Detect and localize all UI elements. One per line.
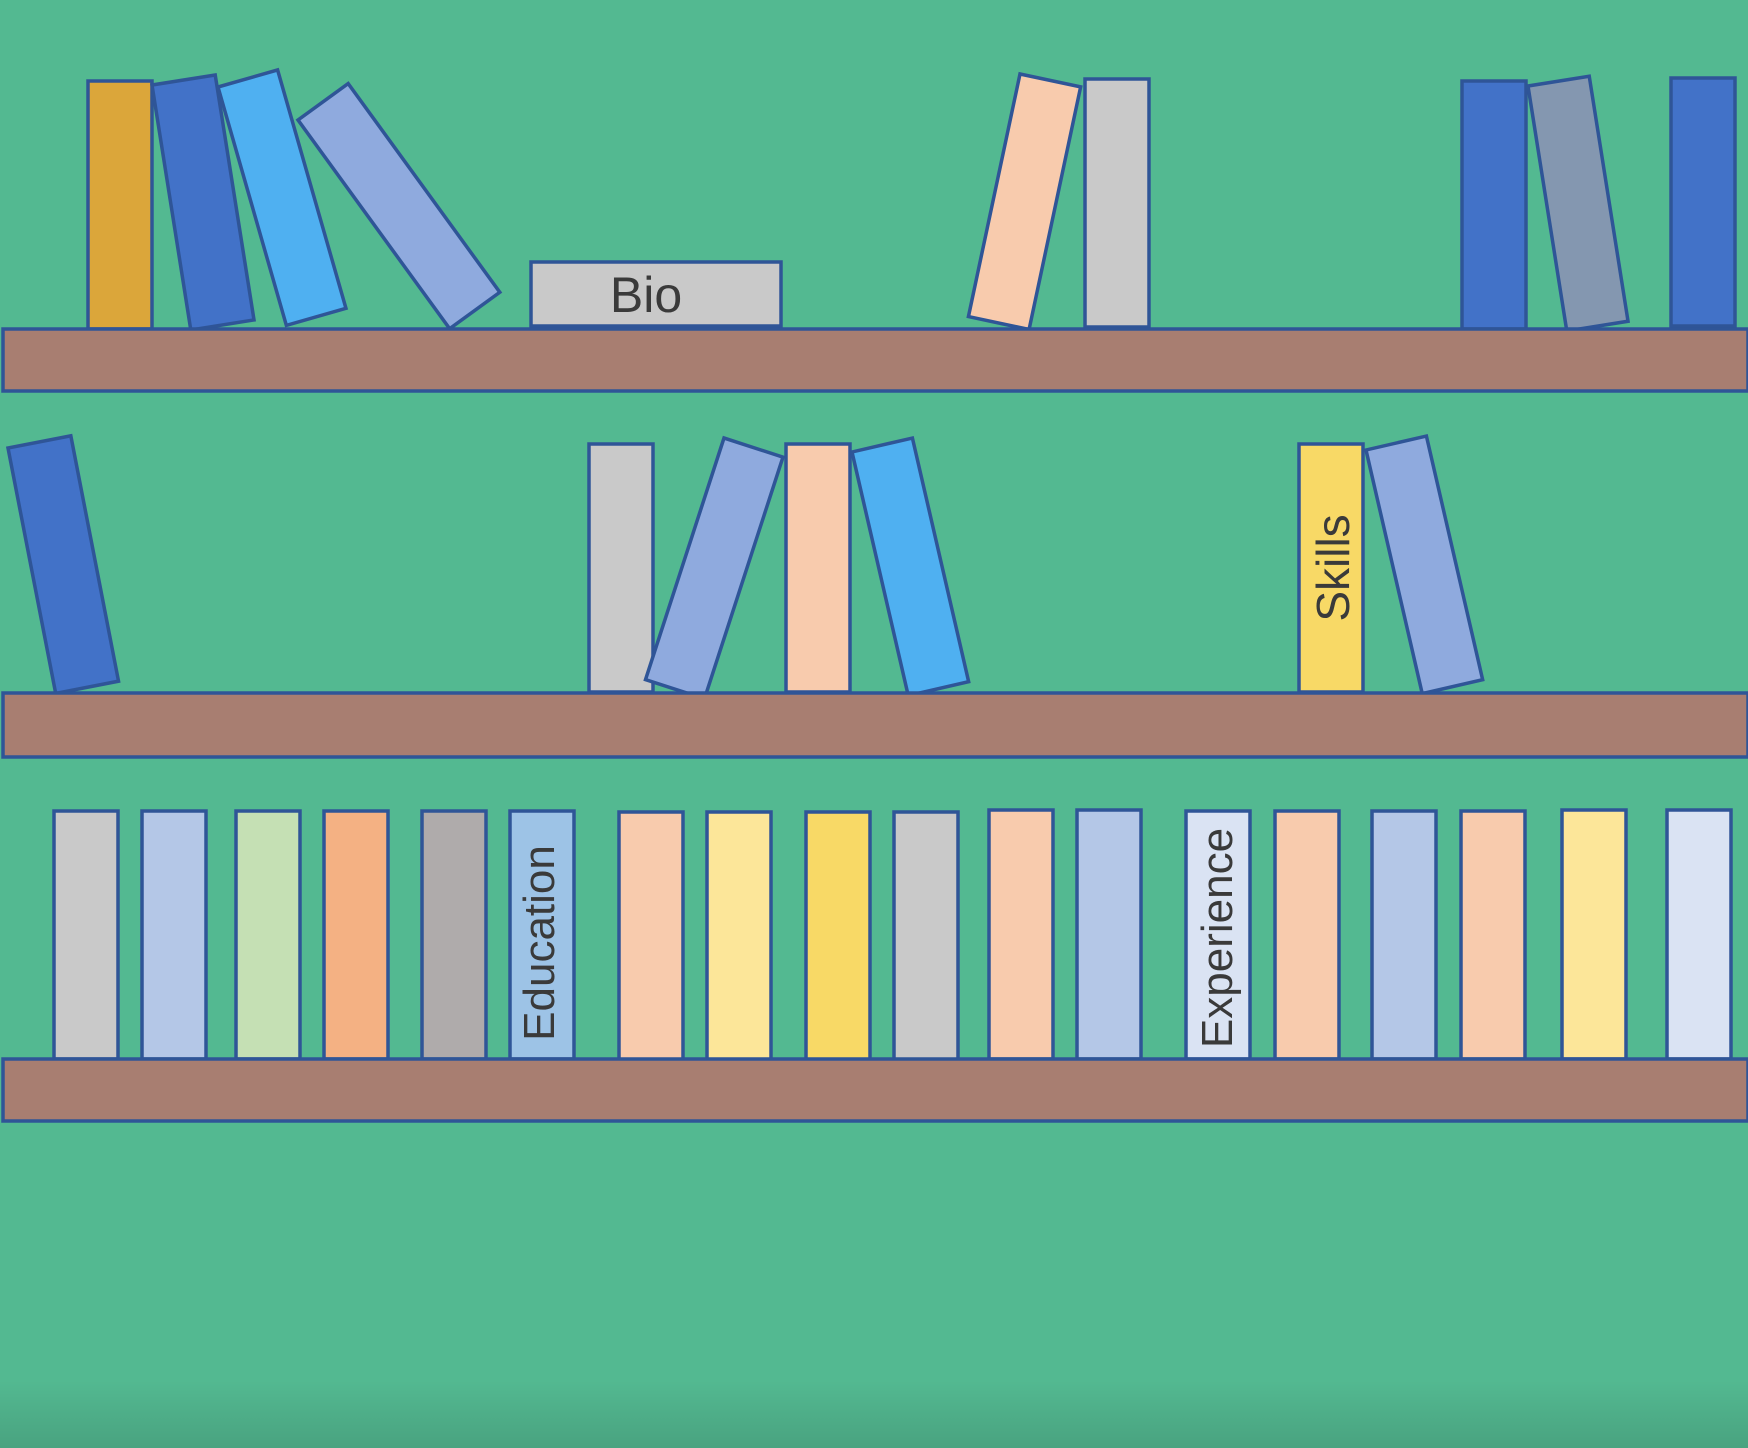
book[interactable] <box>420 809 488 1061</box>
book[interactable] <box>587 442 655 694</box>
shelf-plank-1 <box>1 327 1748 393</box>
book[interactable] <box>1560 808 1628 1061</box>
book[interactable] <box>1083 77 1151 329</box>
book[interactable] <box>52 809 120 1061</box>
book[interactable] <box>1075 808 1143 1061</box>
bio-book[interactable]: Bio <box>529 260 783 328</box>
skills-book[interactable]: Skills <box>1297 442 1365 694</box>
book[interactable] <box>1370 809 1438 1061</box>
book[interactable] <box>784 442 852 694</box>
book[interactable] <box>1669 76 1737 328</box>
shelf-plank-3 <box>1 1057 1748 1123</box>
skills-book-cover[interactable] <box>1297 442 1365 694</box>
bookshelf-scene: Bio Skills Education Experience <box>0 0 1748 1448</box>
education-book[interactable] <box>508 809 576 1061</box>
experience-book[interactable] <box>1184 809 1252 1061</box>
book[interactable] <box>1273 809 1341 1061</box>
book[interactable] <box>1459 809 1527 1061</box>
book[interactable] <box>140 809 208 1061</box>
floor-shadow <box>0 1380 1748 1448</box>
book[interactable] <box>86 79 154 331</box>
book[interactable] <box>322 809 390 1061</box>
book[interactable] <box>617 810 685 1063</box>
shelf-plank-2 <box>1 691 1748 759</box>
book[interactable] <box>1665 808 1733 1061</box>
book[interactable] <box>804 810 872 1063</box>
book[interactable] <box>892 810 960 1063</box>
bio-book-cover[interactable] <box>529 260 783 328</box>
book[interactable] <box>234 809 302 1061</box>
book[interactable] <box>705 810 773 1063</box>
book[interactable] <box>987 808 1055 1061</box>
book[interactable] <box>1460 79 1528 331</box>
